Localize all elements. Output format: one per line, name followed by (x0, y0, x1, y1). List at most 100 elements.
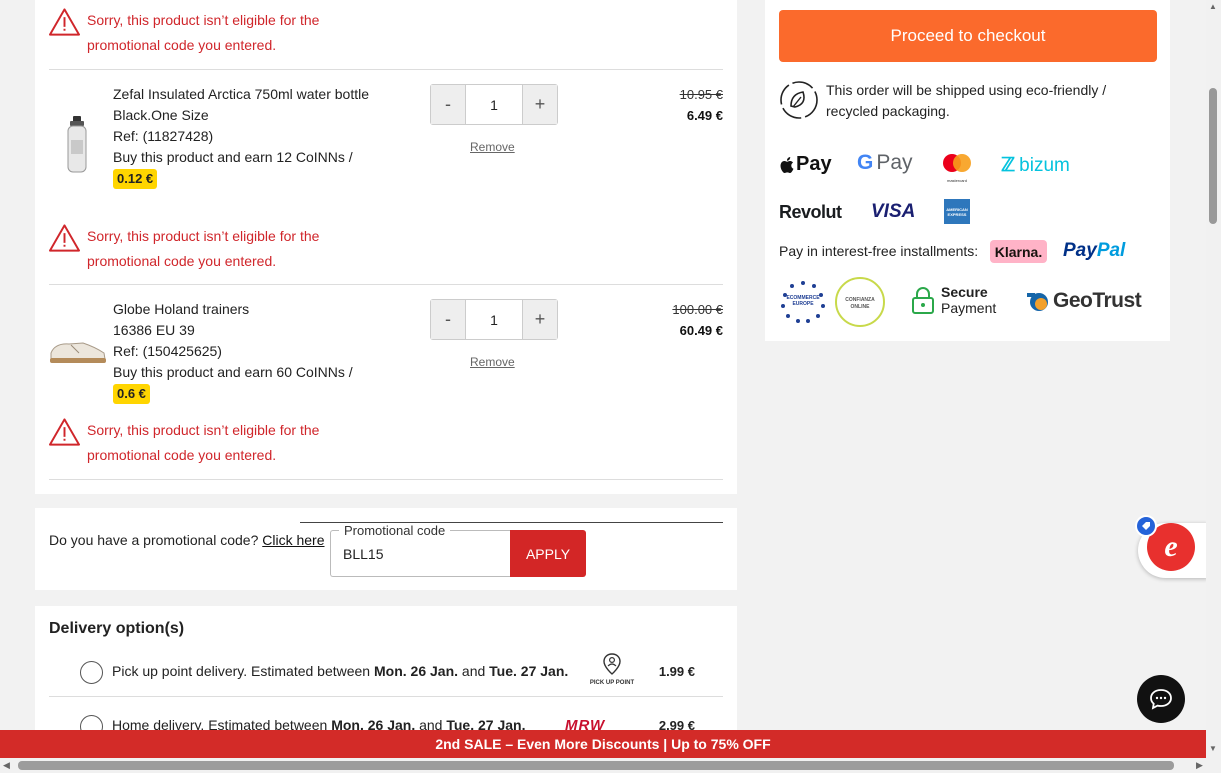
pickup-point-logo: PICK UP POINT (587, 653, 637, 687)
google-pay-logo: G Pay (857, 151, 913, 175)
mastercard-text: mastercard (946, 178, 967, 183)
product-variant: 16386 EU 39 (113, 322, 195, 338)
product-image-water-bottle[interactable] (65, 116, 89, 174)
horizontal-scroll-thumb[interactable] (18, 761, 1174, 770)
pickup-point-text: PICK UP POINT (589, 680, 635, 686)
decrease-button[interactable]: - (431, 300, 466, 339)
mastercard-logo: mastercard (941, 153, 973, 183)
warning-icon (49, 8, 80, 36)
visa-logo: VISA (871, 201, 916, 222)
rewards-widget[interactable]: e (1135, 515, 1208, 579)
delivery-date-from: Mon. 26 Jan. (374, 663, 459, 679)
promo-code-label: Promotional code (339, 523, 451, 538)
coins-text: Buy this product and earn 60 CoINNs / (113, 364, 353, 380)
cart-panel: Sorry, this product isn’t eligible for t… (35, 0, 737, 494)
proceed-to-checkout-button[interactable]: Proceed to checkout (779, 10, 1157, 62)
item-price: 100.00 € 60.49 € (672, 299, 723, 341)
scroll-left-icon[interactable]: ◀ (3, 760, 10, 771)
divider (49, 69, 723, 70)
scroll-right-icon[interactable]: ▶ (1196, 760, 1203, 771)
bizum-logo: ℤ bizum (1001, 154, 1070, 177)
bizum-icon: ℤ (1001, 155, 1016, 176)
old-price: 10.95 € (679, 87, 723, 102)
remove-link[interactable]: Remove (470, 140, 515, 154)
scroll-down-icon[interactable]: ▼ (1209, 744, 1217, 753)
apple-icon (780, 156, 794, 173)
promo-warning: Sorry, this product isn’t eligible for t… (49, 418, 377, 467)
eco-leaf-icon (780, 81, 818, 119)
google-pay-text: Pay (876, 151, 913, 174)
warning-text: Sorry, this product isn’t eligible for t… (87, 422, 320, 463)
quantity-value[interactable]: 1 (466, 300, 522, 339)
quantity-stepper: - 1 + (430, 84, 558, 125)
apple-pay-text: Pay (796, 153, 832, 175)
mastercard-icon (943, 154, 971, 172)
click-here-link[interactable]: Click here (262, 532, 324, 548)
horizontal-scrollbar[interactable]: ◀ ▶ (0, 758, 1221, 773)
product-name[interactable]: Globe Holand trainers (113, 299, 373, 320)
installments-text: Pay in interest-free installments: (779, 243, 979, 259)
coins-badge: 0.12 € (113, 169, 158, 189)
delivery-radio[interactable] (80, 661, 103, 684)
delivery-title: Delivery option(s) (49, 620, 185, 637)
apple-pay-logo: Pay (779, 153, 832, 176)
order-summary-panel: Proceed to checkout This order will be s… (765, 0, 1170, 341)
paypal-text-1: Pay (1063, 240, 1097, 261)
payment-text: Payment (941, 300, 997, 316)
eco-packaging-note: This order will be shipped using eco-fri… (779, 80, 1126, 122)
secure-payment-text: Secure Payment (941, 284, 996, 316)
delivery-option-pickup[interactable]: Pick up point delivery. Estimated betwee… (80, 653, 723, 693)
geotrust-logo: GeoTrust (1027, 289, 1142, 313)
tag-icon (1142, 522, 1150, 530)
product-variant: Black.One Size (113, 107, 209, 123)
vertical-scrollbar[interactable]: ▲ ▼ (1206, 0, 1221, 758)
scroll-up-icon[interactable]: ▲ (1209, 2, 1217, 11)
promo-code-value[interactable]: BLL15 (343, 546, 383, 562)
decrease-button[interactable]: - (431, 85, 466, 124)
delivery-panel: Delivery option(s) Pick up point deliver… (35, 606, 737, 738)
promo-warning: Sorry, this product isn’t eligible for t… (49, 224, 377, 273)
ecommerce-europe-badge: ECOMMERCE EUROPE (779, 280, 827, 324)
divider (49, 284, 723, 285)
pickup-pin-icon (603, 653, 621, 675)
apply-button[interactable]: APPLY (510, 530, 586, 577)
coins-text: Buy this product and earn 12 CoINNs / (113, 149, 353, 165)
geotrust-icon (1027, 293, 1048, 311)
lock-icon (912, 287, 934, 314)
warning-icon (49, 418, 80, 446)
vertical-scroll-thumb[interactable] (1209, 88, 1217, 224)
product-info: Globe Holand trainers 16386 EU 39 Ref: (… (113, 299, 373, 404)
ecommerce-europe-text: ECOMMERCE EUROPE (786, 295, 820, 307)
promo-code-input[interactable]: Promotional code BLL15 (330, 523, 511, 577)
old-price: 100.00 € (672, 302, 723, 317)
warning-text: Sorry, this product isn’t eligible for t… (87, 228, 320, 269)
increase-button[interactable]: + (522, 85, 557, 124)
product-ref: Ref: (150425625) (113, 343, 222, 359)
delivery-text: Pick up point delivery. Estimated betwee… (112, 663, 568, 679)
promo-warning: Sorry, this product isn’t eligible for t… (49, 8, 377, 57)
amex-logo: AMERICAN EXPRESS (944, 199, 970, 224)
delivery-and: and (458, 663, 490, 679)
paypal-text-2: Pal (1096, 240, 1126, 261)
divider (49, 479, 723, 480)
quantity-stepper: - 1 + (430, 299, 558, 340)
promo-question-text: Do you have a promotional code? (49, 532, 259, 548)
promo-code-panel: Do you have a promotional code? Click he… (35, 508, 737, 590)
remove-link[interactable]: Remove (470, 355, 515, 369)
coins-badge: 0.6 € (113, 384, 150, 404)
product-name[interactable]: Zefal Insulated Arctica 750ml water bott… (113, 84, 373, 105)
quantity-value[interactable]: 1 (466, 85, 522, 124)
delivery-date-to: Tue. 27 Jan. (489, 663, 569, 679)
chat-button[interactable] (1137, 675, 1185, 723)
secure-payment-badge: Secure Payment (911, 284, 996, 316)
new-price: 6.49 € (686, 108, 723, 123)
tag-badge-icon (1135, 515, 1157, 537)
eco-text: This order will be shipped using eco-fri… (826, 82, 1107, 119)
sale-banner[interactable]: 2nd SALE – Even More Discounts | Up to 7… (0, 730, 1206, 758)
increase-button[interactable]: + (522, 300, 557, 339)
chat-bubble-icon (1150, 689, 1172, 710)
promo-question: Do you have a promotional code? Click he… (49, 532, 325, 548)
new-price: 60.49 € (679, 323, 723, 338)
product-image-trainers[interactable] (49, 339, 107, 365)
geotrust-text: GeoTrust (1053, 289, 1142, 312)
